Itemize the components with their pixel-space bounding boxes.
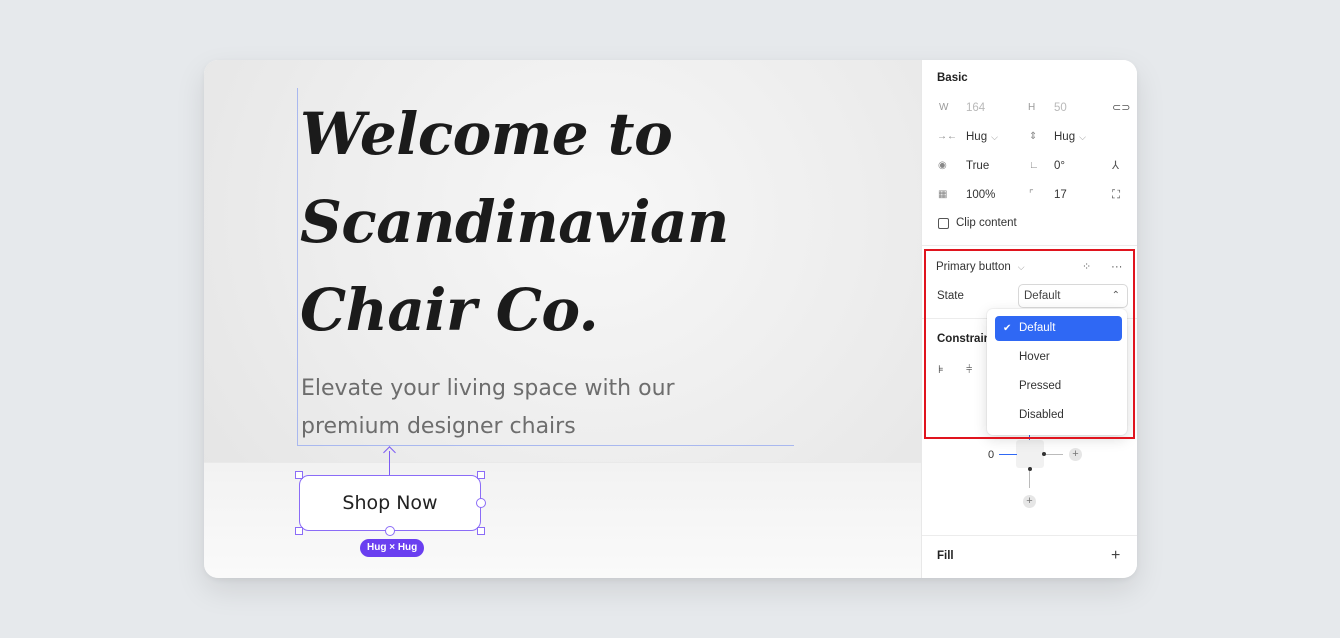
state-dropdown-menu: ✔ Default Hover Pressed Disabled xyxy=(987,309,1127,435)
constraint-left-line xyxy=(999,454,1017,455)
vertical-guide xyxy=(297,88,298,445)
transform-icon[interactable]: ⅄ xyxy=(1112,156,1119,176)
clip-content-checkbox[interactable] xyxy=(938,218,949,229)
clip-content-label: Clip content xyxy=(956,217,1017,229)
spacing-arrow-head xyxy=(383,446,396,459)
align-left-icon[interactable]: ⊧ xyxy=(938,360,944,380)
section-divider xyxy=(922,535,1137,536)
height-mode-value: Hug xyxy=(1054,131,1076,143)
state-select-value: Default xyxy=(1024,290,1061,302)
heading-line-2: Scandinavian xyxy=(300,188,729,256)
chevron-down-icon: ⌵ xyxy=(991,132,998,142)
resize-handle-top-left[interactable] xyxy=(295,471,303,479)
visibility-row: ◉ True ∟ 0° ⅄ xyxy=(937,156,1127,176)
state-option-default[interactable]: ✔ Default xyxy=(995,316,1122,341)
resize-handle-bottom-left[interactable] xyxy=(295,527,303,535)
component-name-label: Primary button xyxy=(936,261,1011,273)
link-icon[interactable]: ⊂⊃ xyxy=(1112,98,1130,118)
constraint-right-line xyxy=(1046,454,1063,455)
align-center-icon[interactable]: ⫩ xyxy=(966,360,972,380)
corner-radius-icon: ⌜ xyxy=(1029,189,1034,200)
add-fill-icon[interactable]: + xyxy=(1111,546,1120,566)
state-option-label: Pressed xyxy=(1019,380,1062,392)
chevron-down-icon: ⌵ xyxy=(1079,132,1086,142)
add-bottom-constraint-icon[interactable]: + xyxy=(1023,495,1036,508)
resize-handle-right[interactable] xyxy=(476,498,486,508)
opacity-icon: ▦ xyxy=(938,189,948,200)
hero-subtitle[interactable]: Elevate your living space with our premi… xyxy=(301,370,771,446)
state-option-label: Hover xyxy=(1019,351,1050,363)
width-mode-value: Hug xyxy=(966,131,988,143)
shop-now-label: Shop Now xyxy=(342,492,438,514)
state-select[interactable]: Default ⌃ xyxy=(1018,284,1128,308)
radius-field[interactable]: 17 xyxy=(1054,185,1067,205)
constraint-left-value[interactable]: 0 xyxy=(988,445,994,465)
state-option-pressed[interactable]: Pressed xyxy=(995,374,1122,399)
section-divider xyxy=(922,245,1137,246)
heading-line-1: Welcome to xyxy=(300,100,673,168)
size-row: W 164 H 50 ⊂⊃ xyxy=(937,98,1130,118)
vertical-resize-icon: ⇕ xyxy=(1029,131,1038,142)
more-options-icon[interactable]: ··· xyxy=(1111,257,1123,277)
width-field[interactable]: 164 xyxy=(966,98,985,118)
shop-now-button[interactable]: Shop Now xyxy=(299,475,481,531)
checkmark-icon: ✔ xyxy=(1003,323,1012,334)
subtitle-line-2: premium designer chairs xyxy=(301,414,576,439)
rotation-icon: ∟ xyxy=(1029,160,1039,171)
component-name[interactable]: Primary button ⌵ xyxy=(936,257,1025,277)
state-option-label: Default xyxy=(1019,322,1056,334)
sizing-badge: Hug × Hug xyxy=(360,539,425,557)
state-option-disabled[interactable]: Disabled xyxy=(995,403,1122,428)
state-option-hover[interactable]: Hover xyxy=(995,345,1122,370)
app-window: Welcome to Scandinavian Chair Co. Elevat… xyxy=(204,60,1137,578)
resize-handle-bottom-right[interactable] xyxy=(477,527,485,535)
chevron-down-icon: ⌵ xyxy=(1017,262,1025,272)
horizontal-resize-icon: →← xyxy=(937,131,957,142)
height-label: H xyxy=(1028,102,1036,113)
basic-section-title: Basic xyxy=(937,72,968,84)
component-instance-icon[interactable]: ⁘ xyxy=(1082,257,1091,277)
chevron-up-icon: ⌃ xyxy=(1111,290,1120,301)
independent-corners-icon[interactable]: ⛶ xyxy=(1112,185,1120,205)
rotation-field[interactable]: 0° xyxy=(1054,156,1065,176)
opacity-row: ▦ 100% ⌜ 17 ⛶ xyxy=(937,185,1127,205)
height-field[interactable]: 50 xyxy=(1054,98,1067,118)
hero-heading[interactable]: Welcome to Scandinavian Chair Co. xyxy=(300,90,900,354)
height-mode-select[interactable]: Hug ⌵ xyxy=(1054,127,1086,147)
state-option-label: Disabled xyxy=(1019,409,1064,421)
resize-handle-top-right[interactable] xyxy=(477,471,485,479)
opacity-field[interactable]: 100% xyxy=(966,185,995,205)
eye-icon: ◉ xyxy=(938,160,947,171)
add-right-constraint-icon[interactable]: + xyxy=(1069,448,1082,461)
constraint-bottom-line xyxy=(1029,471,1030,488)
visible-field[interactable]: True xyxy=(966,156,989,176)
design-canvas[interactable]: Welcome to Scandinavian Chair Co. Elevat… xyxy=(204,60,921,578)
width-label: W xyxy=(939,102,949,113)
subtitle-line-1: Elevate your living space with our xyxy=(301,376,675,401)
constraint-box[interactable] xyxy=(1016,440,1044,468)
resize-handle-bottom[interactable] xyxy=(385,526,395,536)
state-label: State xyxy=(937,290,964,302)
width-mode-select[interactable]: Hug ⌵ xyxy=(966,127,998,147)
heading-line-3: Chair Co. xyxy=(300,276,599,344)
fill-section-title: Fill xyxy=(937,550,954,562)
resizing-row: →← Hug ⌵ ⇕ Hug ⌵ xyxy=(937,127,1127,147)
